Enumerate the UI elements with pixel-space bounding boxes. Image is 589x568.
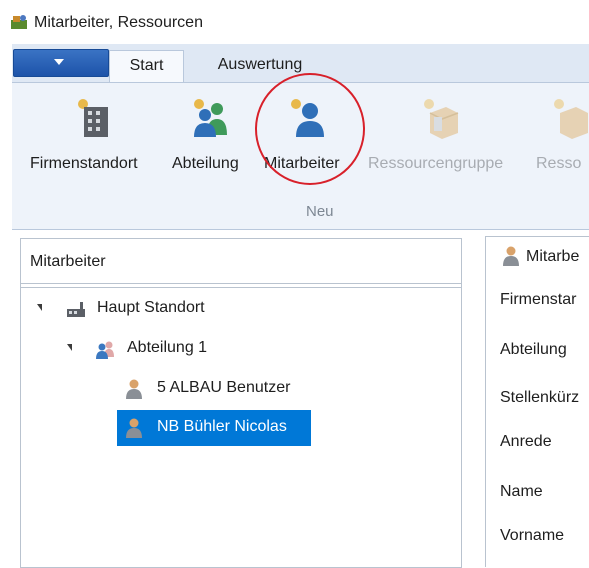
employee-detail-panel: Mitarbe Firmenstar Abteilung Stellenkürz… xyxy=(485,236,589,567)
employee-tree-panel: Mitarbeiter Haupt Standort Abteilung 1 5… xyxy=(20,238,462,568)
tab-auswertung[interactable]: Auswertung xyxy=(200,50,320,82)
factory-icon xyxy=(67,302,85,317)
resource-icon xyxy=(554,99,588,139)
panel-header: Mitarbeiter xyxy=(21,239,461,284)
tree-node-albau-benutzer[interactable]: 5 ALBAU Benutzer xyxy=(21,374,461,404)
person-icon xyxy=(126,418,142,438)
field-label-vorname: Vorname xyxy=(500,527,565,544)
person-icon xyxy=(126,379,142,399)
tree-node-haupt-standort[interactable]: Haupt Standort xyxy=(21,294,461,324)
mitarbeiter-button[interactable]: Mitarbeiter xyxy=(264,83,360,193)
ribbon-group-label: Neu xyxy=(306,203,334,220)
tree-node-label: 5 ALBAU Benutzer xyxy=(157,379,291,396)
field-label-stellenkuerzel: Stellenkürz xyxy=(500,389,580,406)
department-group-icon xyxy=(194,99,227,137)
building-icon xyxy=(78,99,108,137)
department-group-icon xyxy=(96,341,114,359)
ressourcengruppe-button[interactable]: Ressourcengruppe xyxy=(368,83,528,193)
detail-header-label: Mitarbe xyxy=(526,248,580,265)
field-label-firmenstandort: Firmenstar xyxy=(500,291,577,308)
employee-person-icon xyxy=(291,99,324,137)
ressourcengruppe-label: Ressourcengruppe xyxy=(368,155,504,172)
tree-node-label: Abteilung 1 xyxy=(127,339,208,356)
ribbon-panel: Firmenstandort Abteilung Mitarbeiter Res… xyxy=(12,82,589,230)
title-bar: Mitarbeiter, Ressourcen xyxy=(0,0,589,44)
abteilung-button[interactable]: Abteilung xyxy=(170,83,258,193)
window-title: Mitarbeiter, Ressourcen xyxy=(34,14,203,31)
person-icon xyxy=(503,246,519,266)
expand-arrow-icon[interactable] xyxy=(67,344,72,351)
tree-node-abteilung-1[interactable]: Abteilung 1 xyxy=(21,334,461,364)
field-label-anrede: Anrede xyxy=(500,433,552,450)
expand-arrow-icon[interactable] xyxy=(37,304,42,311)
abteilung-label: Abteilung xyxy=(172,155,239,172)
tab-start[interactable]: Start xyxy=(109,50,184,83)
ressource-button[interactable]: Resso xyxy=(536,83,589,193)
resource-group-icon xyxy=(424,99,459,139)
firmenstandort-button[interactable]: Firmenstandort xyxy=(30,83,160,193)
tree-view: Haupt Standort Abteilung 1 5 ALBAU Benut… xyxy=(21,287,461,567)
field-label-abteilung: Abteilung xyxy=(500,341,567,358)
ribbon-tab-strip: Start Auswertung xyxy=(12,44,589,83)
app-menu-button[interactable] xyxy=(13,49,109,77)
firmenstandort-label: Firmenstandort xyxy=(30,155,138,172)
chevron-down-icon xyxy=(54,59,64,65)
tree-node-buehler-nicolas[interactable]: NB Bühler Nicolas xyxy=(21,410,461,446)
panel-title: Mitarbeiter xyxy=(30,253,106,270)
tree-node-label: Haupt Standort xyxy=(97,299,205,316)
mitarbeiter-label: Mitarbeiter xyxy=(264,155,340,172)
ressource-label: Resso xyxy=(536,155,582,172)
app-icon xyxy=(11,15,27,29)
field-label-name: Name xyxy=(500,483,543,500)
tree-node-label: NB Bühler Nicolas xyxy=(157,418,287,435)
